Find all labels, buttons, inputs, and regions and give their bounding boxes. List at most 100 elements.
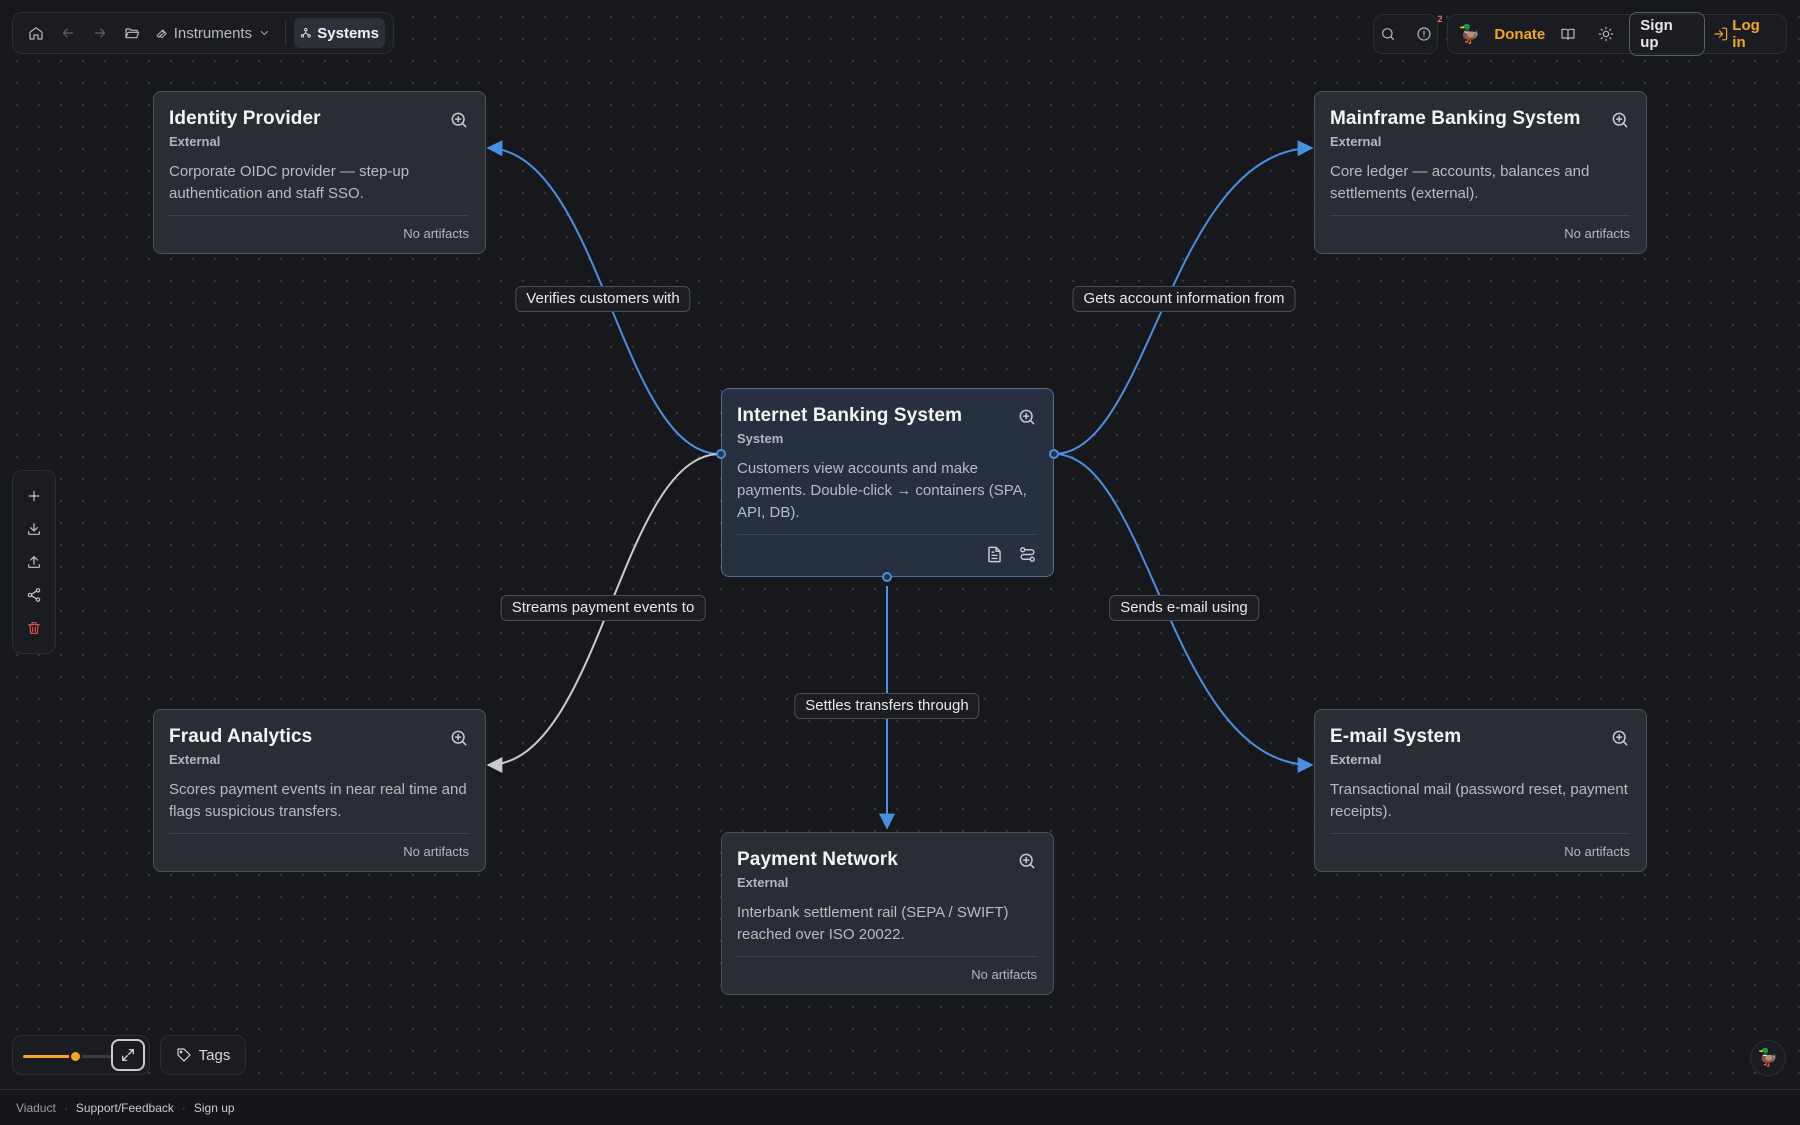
theme-toggle-button[interactable]: [1591, 19, 1621, 49]
node-artifacts: No artifacts: [169, 215, 469, 241]
canvas-tools: [12, 470, 56, 654]
node-payment-network[interactable]: Payment Network External Interbank settl…: [721, 832, 1054, 995]
download-icon: [28, 522, 40, 535]
add-node-button[interactable]: [19, 481, 49, 511]
delete-button[interactable]: [19, 613, 49, 643]
edge-label-sends-email[interactable]: Sends e-mail using: [1109, 595, 1259, 621]
node-internet-banking[interactable]: Internet Banking System System Customers…: [716, 388, 1059, 582]
node-title: Internet Banking System: [737, 405, 963, 426]
zoom-slider-fill: [23, 1055, 76, 1058]
plus-icon: [28, 490, 40, 501]
node-description: Customers view accounts and make payment…: [737, 460, 1027, 521]
search-notify-group: 2: [1373, 14, 1443, 54]
login-icon: [1714, 27, 1727, 41]
footer-support-link[interactable]: Support/Feedback: [76, 1101, 174, 1115]
node-email-system[interactable]: E-mail System External Transactional mai…: [1314, 709, 1647, 872]
toolbar-divider: [284, 21, 286, 45]
instruments-label: Instruments: [173, 24, 253, 42]
node-identity-provider[interactable]: Identity Provider External Corporate OID…: [153, 91, 486, 254]
handle-bottom[interactable]: [882, 572, 892, 582]
zoom-slider[interactable]: [23, 1050, 113, 1063]
notifications-button[interactable]: 2: [1409, 14, 1443, 49]
node-artifacts: No artifacts: [1330, 215, 1630, 241]
zoom-in-icon[interactable]: [1610, 728, 1630, 748]
account-group: 🦆 Donate Sign up Log in: [1447, 12, 1787, 56]
forward-button[interactable]: [85, 18, 115, 48]
footer-separator: ·: [63, 1100, 68, 1115]
arrow-right-icon: [94, 28, 106, 38]
edge-label-streams[interactable]: Streams payment events to: [500, 595, 706, 621]
node-artifacts: No artifacts: [169, 833, 469, 859]
handle-left[interactable]: [716, 449, 726, 459]
node-artifacts: No artifacts: [1330, 833, 1630, 859]
open-folder-button[interactable]: [117, 18, 147, 48]
chevron-down-icon: [260, 30, 269, 36]
node-mainframe-banking[interactable]: Mainframe Banking System External Core l…: [1314, 91, 1647, 254]
login-button[interactable]: Log in: [1713, 17, 1776, 51]
footer-separator: ·: [181, 1100, 186, 1115]
systems-tab[interactable]: Systems: [293, 18, 385, 48]
node-description: Core ledger — accounts, balances and set…: [1330, 163, 1590, 202]
back-button[interactable]: [53, 18, 83, 48]
node-kind: External: [1330, 752, 1382, 767]
zoom-in-icon[interactable]: [1610, 110, 1630, 130]
upload-button[interactable]: [19, 547, 49, 577]
upload-icon: [28, 556, 40, 568]
node-description: Scores payment events in near real time …: [169, 781, 467, 820]
route-icon[interactable]: [1018, 545, 1037, 564]
book-open-icon: [1561, 28, 1575, 40]
node-fraud-analytics[interactable]: Fraud Analytics External Scores payment …: [153, 709, 486, 872]
node-artifacts: No artifacts: [737, 956, 1037, 982]
zoom-slider-handle[interactable]: [69, 1050, 83, 1063]
instruments-menu[interactable]: Instruments: [149, 18, 277, 48]
trash-icon: [28, 622, 40, 635]
assistant-button[interactable]: 🦆: [1750, 1040, 1786, 1076]
share-button[interactable]: [19, 580, 49, 610]
footer-signup-link[interactable]: Sign up: [194, 1101, 235, 1115]
share-icon: [27, 588, 41, 603]
node-title: Payment Network: [737, 849, 898, 870]
document-icon[interactable]: [985, 545, 1004, 564]
download-button[interactable]: [19, 514, 49, 544]
node-footer: [737, 534, 1037, 564]
node-description: Interbank settlement rail (SEPA / SWIFT)…: [737, 904, 1009, 943]
page-footer: Viaduct · Support/Feedback · Sign up: [0, 1089, 1800, 1125]
node-title: Mainframe Banking System: [1330, 108, 1581, 129]
handle-right[interactable]: [1049, 449, 1059, 459]
edge-label-verifies[interactable]: Verifies customers with: [515, 286, 691, 312]
signup-button[interactable]: Sign up: [1629, 12, 1705, 56]
login-label: Log in: [1732, 17, 1760, 51]
node-description: Transactional mail (password reset, paym…: [1330, 781, 1628, 820]
search-icon: [1381, 28, 1394, 40]
edge-label-gets-account[interactable]: Gets account information from: [1072, 286, 1296, 312]
home-button[interactable]: [21, 18, 51, 48]
duck-icon: 🦆: [1458, 23, 1481, 44]
node-description: Corporate OIDC provider — step-up authen…: [169, 163, 410, 202]
arrow-left-icon: [62, 28, 74, 38]
systems-label: Systems: [317, 24, 379, 42]
expand-icon: [122, 1049, 134, 1061]
zoom-in-icon[interactable]: [449, 110, 469, 130]
docs-button[interactable]: [1553, 19, 1583, 49]
sun-icon: [1598, 26, 1614, 42]
wrench-icon: [156, 29, 167, 39]
zoom-control: [12, 1035, 150, 1075]
fit-view-button[interactable]: [111, 1039, 145, 1071]
node-kind: External: [737, 875, 789, 890]
duck-icon: 🦆: [1757, 1048, 1779, 1067]
zoom-in-icon[interactable]: [1017, 851, 1037, 871]
notification-badge: 2: [1437, 14, 1443, 24]
footer-brand[interactable]: Viaduct: [16, 1101, 56, 1115]
tags-button[interactable]: Tags: [160, 1035, 246, 1075]
node-kind: External: [1330, 134, 1382, 149]
tags-label: Tags: [198, 1046, 231, 1064]
node-title: E-mail System: [1330, 726, 1462, 747]
donate-link[interactable]: 🦆 Donate: [1458, 24, 1545, 45]
zoom-in-icon[interactable]: [1017, 407, 1037, 427]
edge-label-settles[interactable]: Settles transfers through: [794, 693, 980, 719]
node-title: Fraud Analytics: [169, 726, 313, 747]
search-button[interactable]: [1373, 19, 1403, 49]
node-kind: External: [169, 134, 221, 149]
zoom-in-icon[interactable]: [449, 728, 469, 748]
home-icon: [29, 27, 43, 40]
